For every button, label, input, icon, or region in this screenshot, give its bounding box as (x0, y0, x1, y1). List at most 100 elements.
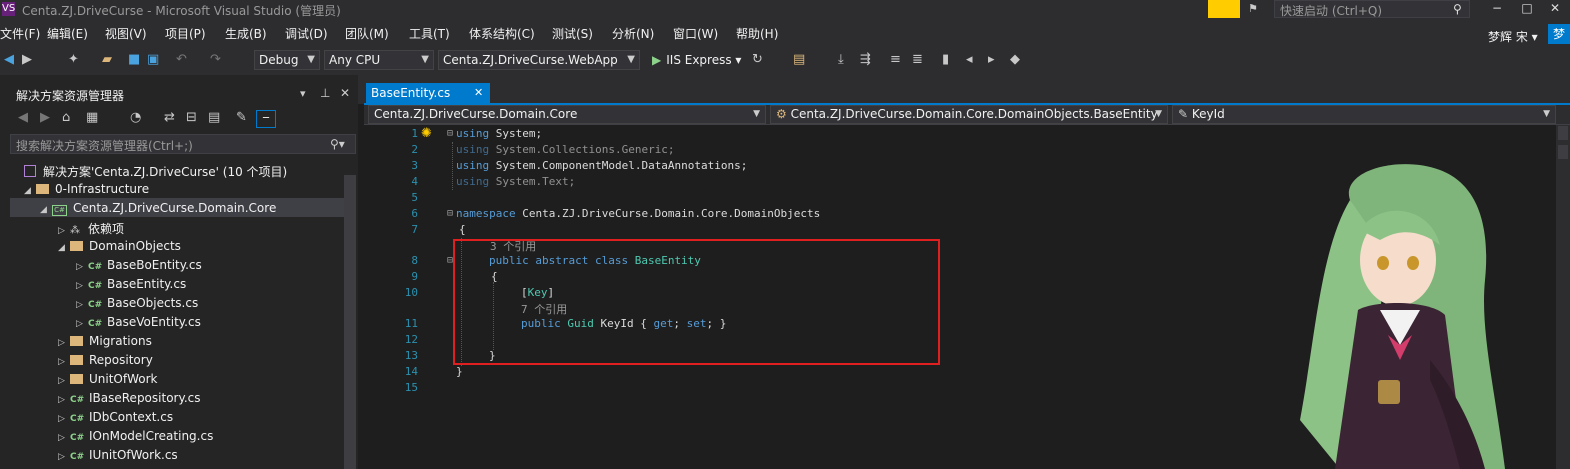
tree-item-solution[interactable]: 解决方案'Centa.ZJ.DriveCurse' (10 个项目) (24, 163, 287, 182)
solution-platform-select[interactable]: Any CPU ▼ (324, 50, 434, 70)
switch-views-icon[interactable]: ▦ (86, 110, 98, 125)
user-account-name[interactable]: 梦辉 宋 ▾ (1488, 28, 1538, 45)
code-line-4[interactable]: using System.Text; (456, 175, 575, 188)
collapsed-arrow-icon[interactable]: ▷ (76, 300, 88, 310)
scrollbar-thumb[interactable] (1558, 126, 1568, 140)
menu-architecture[interactable]: 体系结构(C) (469, 25, 535, 42)
avatar[interactable]: 梦 (1548, 24, 1570, 44)
save-icon[interactable]: ■ (128, 52, 140, 67)
redo-icon[interactable]: ↷ (210, 52, 221, 67)
bookmark-icon[interactable]: ▮ (942, 52, 949, 67)
step-into-icon[interactable]: ⤓ (838, 52, 844, 67)
collapsed-arrow-icon[interactable]: ▷ (58, 338, 70, 348)
expanded-arrow-icon[interactable]: ◢ (40, 205, 52, 215)
sync-icon[interactable]: ⇄ (164, 110, 175, 125)
collapsed-arrow-icon[interactable]: ▷ (58, 395, 70, 405)
clear-bookmarks-icon[interactable]: ◆ (1010, 52, 1020, 67)
tree-item-iunitofwork[interactable]: ▷ C# IUnitOfWork.cs (58, 448, 178, 467)
code-line-2[interactable]: using System.Collections.Generic; (456, 143, 675, 156)
next-bookmark-icon[interactable]: ▸ (988, 52, 995, 67)
tree-item-basevoentity[interactable]: ▷ C# BaseVoEntity.cs (76, 315, 201, 334)
forward-icon[interactable]: ▶ (40, 110, 50, 125)
menu-project[interactable]: 项目(P) (165, 25, 206, 42)
collapse-all-icon[interactable]: ⊟ (186, 110, 197, 125)
navigate-forward-icon[interactable]: ▶ (22, 52, 32, 67)
solution-scrollbar[interactable] (344, 175, 356, 469)
collapsed-arrow-icon[interactable]: ▷ (76, 319, 88, 329)
navigate-back-icon[interactable]: ◀ (4, 52, 14, 67)
code-line-6[interactable]: namespace Centa.ZJ.DriveCurse.Domain.Cor… (456, 207, 820, 220)
open-file-icon[interactable]: ▰ (102, 52, 112, 67)
pin-icon[interactable]: ⊥ (320, 86, 330, 100)
find-in-files-icon[interactable]: ▤ (793, 52, 805, 67)
tree-item-dependencies[interactable]: ▷ ⁂ 依赖项 (58, 220, 124, 239)
undo-icon[interactable]: ↶ (176, 52, 187, 67)
notification-icon[interactable] (1208, 0, 1240, 18)
close-tab-icon[interactable]: ✕ (474, 86, 483, 99)
menu-window[interactable]: 窗口(W) (673, 25, 718, 42)
save-all-icon[interactable]: ▣ (147, 52, 159, 67)
collapse-region-icon[interactable]: ⊟ (447, 128, 453, 139)
tree-item-0-infrastructure[interactable]: ◢ 0-Infrastructure (24, 182, 149, 201)
menu-view[interactable]: 视图(V) (105, 25, 147, 42)
search-icon[interactable]: ⚲▾ (330, 137, 345, 151)
member-navigation-select[interactable]: ✎ KeyId ▼ (1172, 105, 1556, 124)
menu-help[interactable]: 帮助(H) (736, 25, 778, 42)
tree-item-idbcontext[interactable]: ▷ C# IDbContext.cs (58, 410, 173, 429)
tree-item-ionmodelcreating[interactable]: ▷ C# IOnModelCreating.cs (58, 429, 213, 448)
tree-item-ibaserepository[interactable]: ▷ C# IBaseRepository.cs (58, 391, 201, 410)
solution-configuration-select[interactable]: Debug ▼ (254, 50, 320, 70)
menu-build[interactable]: 生成(B) (225, 25, 267, 42)
code-line-3[interactable]: using System.ComponentModel.DataAnnotati… (456, 159, 747, 172)
tree-item-unitofwork[interactable]: ▷ UnitOfWork (58, 372, 157, 391)
tree-item-baseentity[interactable]: ▷ C# BaseEntity.cs (76, 277, 186, 296)
uncomment-icon[interactable]: ≣ (912, 52, 923, 67)
tree-item-project[interactable]: ◢ C# Centa.ZJ.DriveCurse.Domain.Core (40, 201, 276, 220)
show-all-files-icon[interactable]: ▤ (208, 110, 220, 125)
menu-debug[interactable]: 调试(D) (285, 25, 328, 42)
project-navigation-select[interactable]: Centa.ZJ.DriveCurse.Domain.Core ▼ (368, 105, 766, 124)
menu-test[interactable]: 测试(S) (552, 25, 593, 42)
scrollbar-split-handle[interactable] (1558, 145, 1568, 159)
expanded-arrow-icon[interactable]: ◢ (58, 243, 70, 253)
preview-selected-items-icon[interactable]: ─ (256, 110, 276, 128)
home-icon[interactable]: ⌂ (62, 110, 70, 125)
refresh-icon[interactable]: ↻ (752, 52, 763, 67)
close-icon[interactable]: ✕ (340, 86, 350, 100)
minimize-button[interactable]: − (1482, 0, 1512, 18)
collapsed-arrow-icon[interactable]: ▷ (58, 376, 70, 386)
collapsed-arrow-icon[interactable]: ▷ (76, 262, 88, 272)
collapsed-arrow-icon[interactable]: ▷ (58, 357, 70, 367)
menu-analyze[interactable]: 分析(N) (612, 25, 654, 42)
back-icon[interactable]: ◀ (18, 110, 28, 125)
menu-team[interactable]: 团队(M) (345, 25, 389, 42)
editor-vertical-scrollbar[interactable] (1556, 125, 1570, 469)
collapsed-arrow-icon[interactable]: ▷ (58, 226, 70, 236)
tree-item-repository[interactable]: ▷ Repository (58, 353, 153, 372)
feedback-flag-icon[interactable]: ⚑ (1248, 2, 1258, 15)
menu-tools[interactable]: 工具(T) (409, 25, 450, 42)
type-navigation-select[interactable]: ⚙ Centa.ZJ.DriveCurse.Domain.Core.Domain… (770, 105, 1168, 124)
new-project-icon[interactable]: ✦ (68, 52, 79, 67)
properties-icon[interactable]: ✎ (236, 110, 247, 125)
tree-item-migrations[interactable]: ▷ Migrations (58, 334, 152, 353)
code-line-14[interactable]: } (456, 365, 463, 378)
tree-item-baseobjects[interactable]: ▷ C# BaseObjects.cs (76, 296, 198, 315)
code-line-1[interactable]: using System; (456, 127, 542, 140)
tree-item-domainobjects[interactable]: ◢ DomainObjects (58, 239, 181, 258)
quick-launch-input[interactable]: 快速启动 (Ctrl+Q) ⚲ (1274, 0, 1470, 18)
panel-options-icon[interactable]: ▾ (300, 87, 306, 100)
collapsed-arrow-icon[interactable]: ▷ (76, 281, 88, 291)
collapse-region-icon[interactable]: ⊟ (447, 208, 453, 219)
comment-icon[interactable]: ≡ (890, 52, 901, 67)
code-line-7[interactable]: { (459, 223, 466, 236)
menu-edit[interactable]: 编辑(E) (47, 25, 88, 42)
lightbulb-icon[interactable]: ✺ (421, 126, 432, 141)
collapsed-arrow-icon[interactable]: ▷ (58, 433, 70, 443)
start-debugging-button[interactable]: ▶ IIS Express ▾ (652, 53, 741, 67)
step-over-icon[interactable]: ⇶ (860, 52, 871, 67)
close-window-button[interactable]: ✕ (1540, 0, 1570, 18)
startup-project-select[interactable]: Centa.ZJ.DriveCurse.WebApp ▼ (438, 50, 640, 70)
expanded-arrow-icon[interactable]: ◢ (24, 186, 36, 196)
menu-file[interactable]: 文件(F) (0, 25, 40, 42)
